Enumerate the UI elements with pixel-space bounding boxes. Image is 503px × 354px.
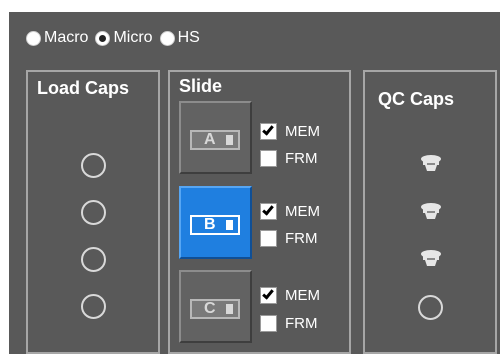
mem-label: MEM xyxy=(285,123,320,140)
qc-caps-group: QC Caps xyxy=(363,70,497,354)
qc-cap-icon-3[interactable] xyxy=(420,249,442,269)
checkbox-box xyxy=(260,203,277,220)
slide-a-mem-checkbox[interactable]: MEM xyxy=(260,123,320,140)
slide-title: Slide xyxy=(179,76,223,96)
micro-radio-label: Micro xyxy=(113,29,153,46)
micro-radio[interactable]: Micro xyxy=(95,29,153,47)
frm-label: FRM xyxy=(285,315,318,332)
slide-a-button[interactable]: A xyxy=(179,101,252,174)
frm-label: FRM xyxy=(285,230,318,247)
frm-label: FRM xyxy=(285,150,318,167)
slide-group: Slide A MEM FRM B MEM FRM C MEM FRM xyxy=(168,70,351,354)
mem-label: MEM xyxy=(285,203,320,220)
slide-b-letter: B xyxy=(204,216,216,233)
slide-b-button[interactable]: B xyxy=(179,186,252,259)
checkbox-box xyxy=(260,150,277,167)
load-caps-group: Load Caps xyxy=(26,70,160,354)
slide-c-button[interactable]: C xyxy=(179,270,252,343)
slide-a-letter: A xyxy=(204,131,216,148)
checkbox-box xyxy=(260,123,277,140)
slide-a-frm-checkbox[interactable]: FRM xyxy=(260,150,318,167)
slide-b-frm-checkbox[interactable]: FRM xyxy=(260,230,318,247)
load-cap-slot-1[interactable] xyxy=(81,153,106,178)
macro-radio[interactable]: Macro xyxy=(26,29,88,47)
radio-indicator xyxy=(159,30,175,46)
hs-radio-label: HS xyxy=(177,29,200,46)
mode-radio-group: Macro Micro HS xyxy=(26,28,207,48)
load-cap-slot-4[interactable] xyxy=(81,294,106,319)
slide-b-mem-checkbox[interactable]: MEM xyxy=(260,203,320,220)
mem-label: MEM xyxy=(285,287,320,304)
qc-cap-slot-4[interactable] xyxy=(418,295,443,320)
control-panel: Macro Micro HS Load Caps Slide A MEM FRM… xyxy=(9,12,500,354)
qc-caps-title: QC Caps xyxy=(378,89,455,109)
radio-indicator xyxy=(26,30,41,46)
radio-indicator xyxy=(95,30,111,46)
checkbox-box xyxy=(260,230,277,247)
macro-radio-label: Macro xyxy=(44,29,89,46)
slide-c-mem-checkbox[interactable]: MEM xyxy=(260,287,320,304)
load-cap-slot-3[interactable] xyxy=(81,247,106,272)
slide-c-frm-checkbox[interactable]: FRM xyxy=(260,315,318,332)
qc-cap-icon-1[interactable] xyxy=(420,154,442,174)
load-cap-slot-2[interactable] xyxy=(81,200,106,225)
slide-c-icon: C xyxy=(190,299,240,319)
checkbox-box xyxy=(260,315,277,332)
slide-b-icon: B xyxy=(190,215,240,235)
checkbox-box xyxy=(260,287,277,304)
hs-radio[interactable]: HS xyxy=(159,29,200,47)
slide-c-letter: C xyxy=(204,300,216,317)
qc-cap-icon-2[interactable] xyxy=(420,202,442,222)
load-caps-title: Load Caps xyxy=(37,78,130,98)
slide-a-icon: A xyxy=(190,130,240,150)
